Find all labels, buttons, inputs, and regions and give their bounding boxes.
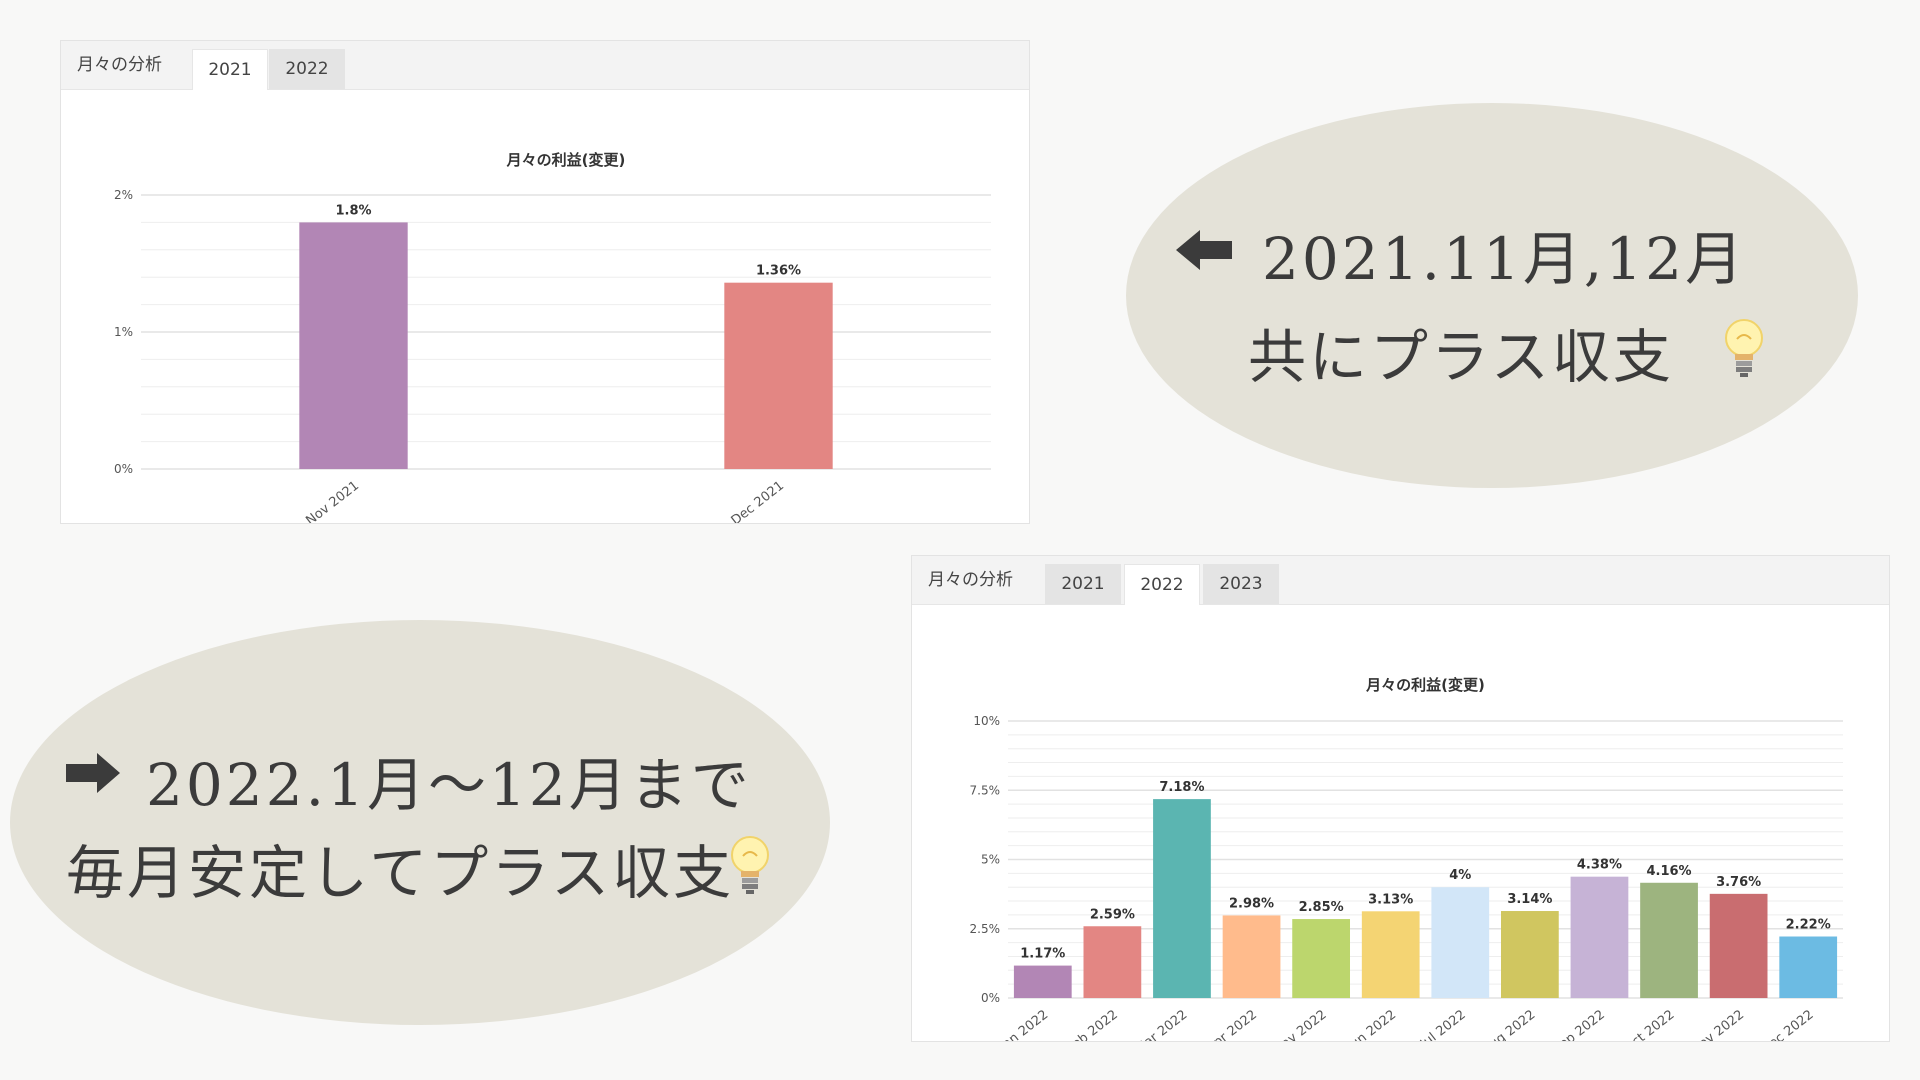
bar-value-label: 3.76% xyxy=(1716,875,1761,890)
bar-value-label: 7.18% xyxy=(1159,780,1204,795)
bar-value-label: 2.22% xyxy=(1786,918,1831,933)
bar xyxy=(1640,882,1698,998)
bar xyxy=(724,282,833,469)
y-tick-label: 10% xyxy=(973,714,1000,728)
y-tick-label: 0% xyxy=(114,462,133,476)
bar-value-label: 2.85% xyxy=(1299,900,1344,915)
bar xyxy=(1013,965,1072,998)
tab-2021[interactable]: 2021 xyxy=(1045,564,1121,604)
callout-line-1: 2022.1月〜12月まで xyxy=(146,751,752,819)
bar xyxy=(1500,911,1559,998)
callout-line-1: 2021.11月,12月 xyxy=(1262,225,1747,293)
chart-panel-2022: 月々の分析 2021 2022 2023 月々の利益(変更) 0% 2.5% 5% 7.… xyxy=(911,555,1890,1042)
bar-value-label: 4.16% xyxy=(1646,864,1691,879)
tab-2022[interactable]: 2022 xyxy=(1124,564,1200,605)
x-tick-label: Apr 2022 xyxy=(1204,1007,1260,1041)
arrow-right-icon xyxy=(66,753,120,793)
tab-bar: 月々の分析 2021 2022 xyxy=(61,41,1029,90)
bar-value-label: 3.14% xyxy=(1507,892,1552,907)
bar xyxy=(1779,936,1838,998)
x-tick-label: May 2022 xyxy=(1270,1007,1330,1041)
bar xyxy=(1709,893,1768,998)
bar xyxy=(1153,799,1211,998)
callout-line-2: 共にプラス収支 xyxy=(1248,323,1674,391)
arrow-left-icon xyxy=(1176,230,1232,270)
y-tick-label: 1% xyxy=(114,325,133,339)
bar xyxy=(299,222,408,469)
x-tick-label: Jan 2022 xyxy=(996,1007,1051,1041)
chart-title: 月々の利益(変更) xyxy=(506,151,626,169)
bar xyxy=(1431,887,1490,998)
bar-value-label: 4% xyxy=(1449,868,1471,883)
monthly-profit-chart-2022: 月々の利益(変更) 0% 2.5% 5% 7.5% 10% 1.17% Jan 2022 2.5… xyxy=(970,676,1843,1041)
light-bulb-icon xyxy=(731,836,769,894)
bar xyxy=(1292,919,1351,998)
y-tick-label: 2% xyxy=(114,188,133,202)
x-tick-label: Mar 2022 xyxy=(1133,1007,1191,1041)
x-tick-label: Oct 2022 xyxy=(1621,1007,1677,1041)
bar-value-label: 2.98% xyxy=(1229,896,1274,911)
y-tick-label: 0% xyxy=(981,991,1000,1005)
light-bulb-icon xyxy=(1725,319,1763,377)
tab-2022[interactable]: 2022 xyxy=(269,49,345,89)
x-tick-label: Dec 2022 xyxy=(1758,1007,1816,1041)
x-tick-label: Dec 2021 xyxy=(729,478,787,523)
monthly-profit-chart-2021: 月々の利益(変更) 0% 1% 2% 1.8% Nov 2021 1.36% Dec 2021 xyxy=(114,151,991,523)
chart-panel-2021: 月々の分析 2021 2022 月々の利益(変更) 0% 1% 2% 1.8% Nov 2… xyxy=(60,40,1030,524)
bar-value-label: 2.59% xyxy=(1090,907,1135,922)
analysis-tab-label: 月々の分析 xyxy=(928,570,1013,590)
analysis-tab-label: 月々の分析 xyxy=(77,55,162,75)
bar-value-label: 1.17% xyxy=(1020,947,1065,962)
bar-value-label: 1.36% xyxy=(756,264,801,279)
y-tick-label: 5% xyxy=(981,853,1000,867)
y-tick-label: 7.5% xyxy=(970,783,1001,797)
bar-value-label: 1.8% xyxy=(335,203,371,218)
bar-value-label: 4.38% xyxy=(1577,858,1622,873)
bar-value-label: 3.13% xyxy=(1368,892,1413,907)
bar xyxy=(1222,915,1281,998)
tab-2023[interactable]: 2023 xyxy=(1203,564,1279,604)
bar xyxy=(1083,926,1142,998)
x-tick-label: Nov 2022 xyxy=(1689,1007,1748,1041)
tab-2021[interactable]: 2021 xyxy=(192,49,268,90)
bar xyxy=(1570,876,1629,998)
bar xyxy=(1361,911,1420,998)
chart-title: 月々の利益(変更) xyxy=(1365,676,1485,694)
x-tick-label: Aug 2022 xyxy=(1480,1007,1539,1041)
x-tick-label: Nov 2021 xyxy=(303,478,362,523)
callout-bubble-2022 xyxy=(10,620,830,1025)
x-tick-label: Feb 2022 xyxy=(1064,1007,1121,1041)
x-tick-label: Jul 2022 xyxy=(1417,1007,1469,1041)
tab-bar: 月々の分析 2021 2022 2023 xyxy=(912,556,1889,605)
x-tick-label: Sep 2022 xyxy=(1550,1007,1608,1041)
y-tick-label: 2.5% xyxy=(970,922,1001,936)
callout-line-2: 毎月安定してプラス収支 xyxy=(66,839,735,907)
x-tick-label: Jun 2022 xyxy=(1344,1007,1399,1041)
